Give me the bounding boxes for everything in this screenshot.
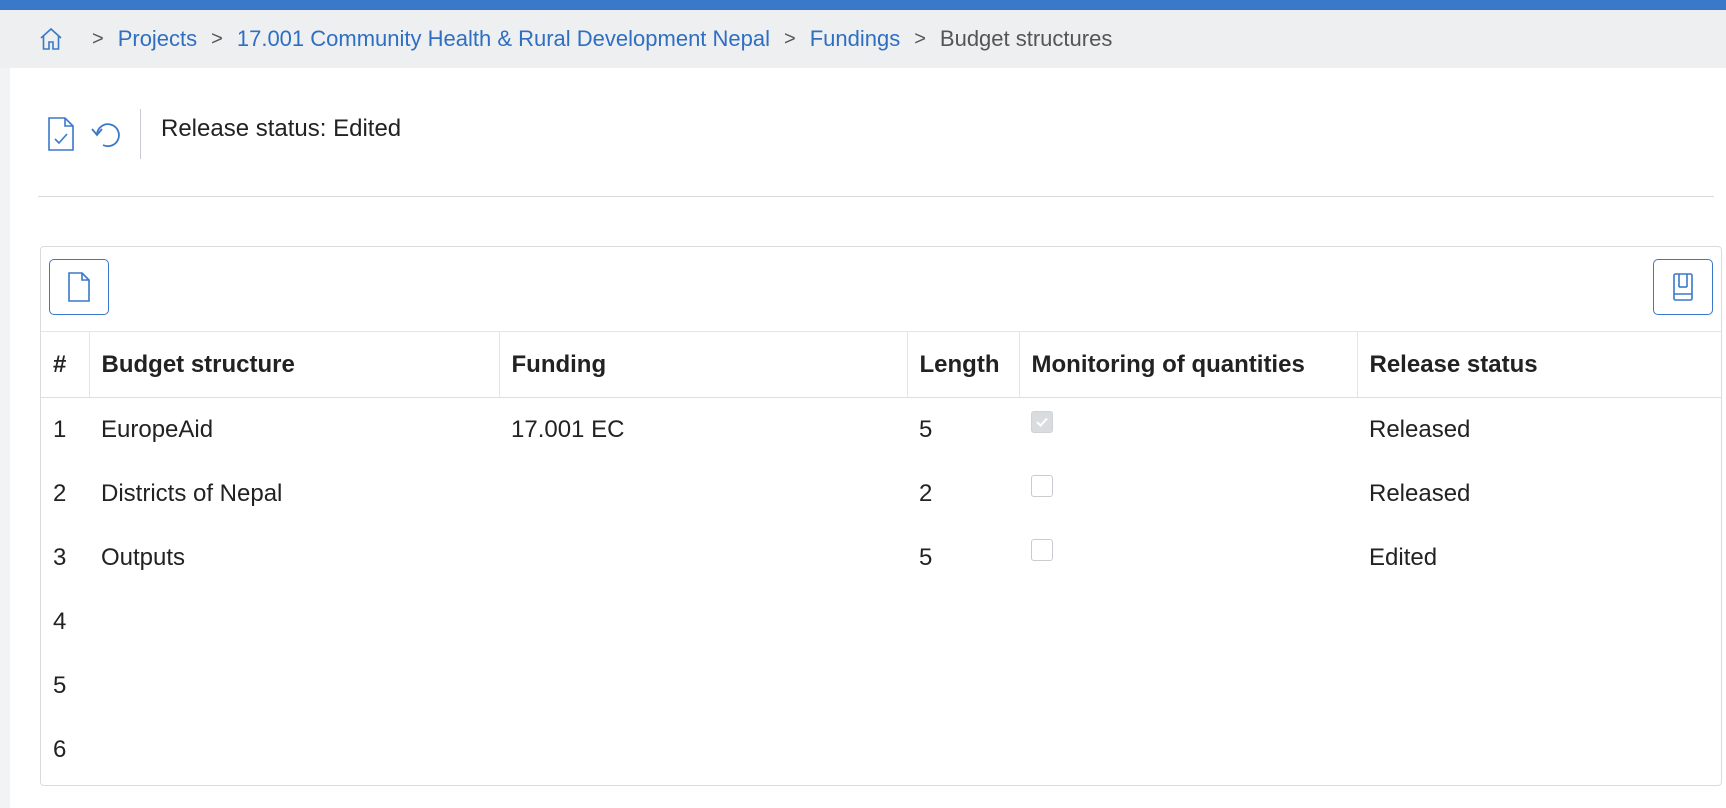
cell-length[interactable]: 5 (907, 398, 1019, 462)
checkmark-icon (1036, 418, 1048, 428)
cell-monitoring[interactable] (1019, 590, 1357, 654)
row-number: 1 (53, 415, 67, 443)
cell-release-status[interactable] (1357, 654, 1721, 718)
monitoring-checkbox[interactable] (1031, 475, 1053, 498)
table-row[interactable]: 5 (41, 654, 1721, 718)
table-row[interactable]: 6 (41, 718, 1721, 782)
undo-icon (91, 123, 120, 148)
cell-length[interactable]: 2 (907, 462, 1019, 526)
budget-structures-table: # Budget structure Funding Length Monito… (41, 331, 1721, 782)
breadcrumb-projects[interactable]: Projects (118, 26, 197, 52)
cell-length[interactable]: 5 (907, 526, 1019, 590)
column-header-number[interactable]: # (41, 331, 90, 398)
column-header-release-status[interactable]: Release status (1357, 331, 1721, 398)
table-header-row: # Budget structure Funding Length Monito… (41, 331, 1721, 398)
cell-funding[interactable] (499, 526, 907, 590)
cell-funding[interactable] (499, 654, 907, 718)
table-row[interactable]: 2 Districts of Nepal 2 Released (41, 462, 1721, 526)
cell-funding[interactable] (499, 590, 907, 654)
cell-release-status[interactable]: Edited (1357, 526, 1721, 590)
table-row[interactable]: 3 Outputs 5 Edited (41, 526, 1721, 590)
cell-monitoring[interactable] (1019, 718, 1357, 782)
monitoring-checkbox[interactable] (1031, 539, 1053, 562)
grid-toolbar (41, 247, 1721, 331)
cell-release-status[interactable]: Released (1357, 398, 1721, 462)
cell-length[interactable] (907, 654, 1019, 718)
breadcrumb-project[interactable]: 17.001 Community Health & Rural Developm… (237, 26, 770, 52)
row-number: 4 (53, 607, 67, 635)
new-document-icon (68, 272, 90, 302)
table-row[interactable]: 4 (41, 590, 1721, 654)
monitoring-checkbox[interactable] (1031, 411, 1053, 434)
home-icon[interactable] (38, 26, 64, 52)
main-content: Release status: Edited # Budget structur… (10, 68, 1726, 808)
column-header-length[interactable]: Length (907, 331, 1020, 398)
cell-budget-structure[interactable]: Outputs (89, 526, 499, 590)
breadcrumb-fundings[interactable]: Fundings (810, 26, 901, 52)
save-layout-button[interactable] (1653, 259, 1713, 315)
document-check-icon (48, 117, 74, 151)
row-number: 6 (53, 735, 67, 763)
breadcrumb-separator: > (784, 27, 796, 50)
budget-structures-grid: # Budget structure Funding Length Monito… (40, 246, 1722, 786)
cell-monitoring (1019, 526, 1357, 590)
cell-release-status[interactable]: Released (1357, 462, 1721, 526)
cell-monitoring (1019, 462, 1357, 526)
cell-budget-structure[interactable] (89, 590, 499, 654)
cell-funding[interactable] (499, 718, 907, 782)
cell-funding[interactable]: 17.001 EC (499, 398, 907, 462)
breadcrumb-separator: > (92, 27, 104, 50)
breadcrumb-separator: > (211, 27, 223, 50)
toolbar-divider (140, 109, 141, 159)
column-header-funding[interactable]: Funding (499, 331, 908, 398)
breadcrumb-separator: > (914, 27, 926, 50)
row-number: 5 (53, 671, 67, 699)
column-header-budget-structure[interactable]: Budget structure (89, 331, 500, 398)
cell-funding[interactable] (499, 462, 907, 526)
section-divider (38, 196, 1714, 197)
cell-monitoring (1019, 398, 1357, 462)
breadcrumb: > Projects > 17.001 Community Health & R… (0, 10, 1726, 68)
row-number: 3 (53, 543, 67, 571)
row-number: 2 (53, 479, 67, 507)
cell-budget-structure[interactable] (89, 718, 499, 782)
cell-monitoring[interactable] (1019, 654, 1357, 718)
column-header-monitoring[interactable]: Monitoring of quantities (1019, 331, 1358, 398)
page-toolbar: Release status: Edited (38, 104, 401, 164)
cell-release-status[interactable] (1357, 590, 1721, 654)
breadcrumb-current: Budget structures (939, 26, 1113, 51)
cell-budget-structure[interactable]: EuropeAid (89, 398, 499, 462)
cell-release-status[interactable] (1357, 718, 1721, 782)
top-accent-bar (0, 0, 1726, 10)
cell-budget-structure[interactable]: Districts of Nepal (89, 462, 499, 526)
new-budget-structure-button[interactable] (49, 259, 109, 315)
cell-length[interactable] (907, 718, 1019, 782)
release-status-text: Release status: Edited (161, 115, 402, 142)
undo-button[interactable] (84, 111, 130, 157)
cell-length[interactable] (907, 590, 1019, 654)
release-button[interactable] (38, 111, 84, 157)
cell-budget-structure[interactable] (89, 654, 499, 718)
table-row[interactable]: 1 EuropeAid 17.001 EC 5 Released (41, 398, 1721, 462)
book-icon (1673, 273, 1693, 301)
